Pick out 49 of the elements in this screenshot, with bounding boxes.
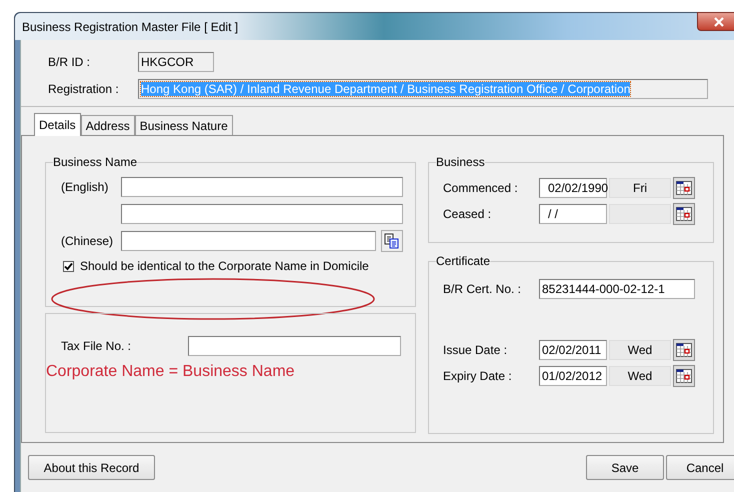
chinese-name-field[interactable] (121, 231, 376, 251)
checkbox-label: Should be identical to the Corporate Name in Domicile (80, 259, 369, 273)
copy-button[interactable] (381, 230, 403, 252)
certificate-number-field[interactable]: 85231444-000-02-12-1 (539, 279, 695, 299)
field-label: Ceased : (442, 207, 492, 221)
calendar-icon (676, 369, 692, 383)
group-title: Certificate (436, 254, 490, 268)
field-label: B/R ID : (48, 55, 92, 69)
calendar-button[interactable] (673, 339, 695, 361)
english-name-field[interactable] (121, 177, 403, 197)
copy-icon (384, 233, 400, 249)
field-label: (English) (60, 180, 110, 194)
about-record-button[interactable]: About this Record (28, 455, 155, 480)
annotation-text: Corporate Name = Business Name (46, 363, 296, 381)
calendar-icon (676, 181, 692, 195)
english-name-field[interactable] (121, 204, 403, 224)
group-title: Business (436, 155, 485, 169)
tab[interactable]: Details (34, 113, 81, 136)
date-field[interactable]: 02/02/2011 (539, 340, 607, 360)
selected-text: Hong Kong (SAR) / Inland Revenue Department / Business Registration Office / Corporation (141, 82, 630, 96)
tax-file-field[interactable] (188, 336, 401, 356)
field-label: Commenced : (442, 181, 519, 195)
weekday-field: Wed (609, 340, 671, 360)
field-label: Issue Date : (442, 343, 508, 357)
date-field[interactable]: / / (539, 204, 607, 224)
weekday-field: Wed (609, 366, 671, 386)
group-title: Business Name (53, 155, 138, 169)
br-id-field[interactable]: HKGCOR (138, 52, 214, 72)
calendar-icon (676, 343, 692, 357)
field-label: (Chinese) (60, 234, 114, 248)
calendar-button[interactable] (673, 365, 695, 387)
date-field[interactable]: 01/02/2012 (539, 366, 607, 386)
field-label: Tax File No. : (61, 339, 132, 353)
cancel-button[interactable]: Cancel (666, 455, 734, 480)
calendar-button[interactable] (673, 177, 695, 199)
save-button[interactable]: Save (586, 455, 664, 480)
tab[interactable]: Address (80, 115, 135, 135)
field-label: B/R Cert. No. : (442, 282, 522, 296)
calendar-icon (676, 207, 692, 221)
close-button[interactable] (697, 12, 734, 31)
field-label: Registration : (48, 82, 120, 96)
tab[interactable]: Business Nature (134, 115, 233, 135)
date-field[interactable]: 02/02/1990 (539, 178, 607, 198)
weekday-field: Fri (609, 178, 671, 198)
checkbox[interactable] (63, 260, 74, 272)
field-label: Expiry Date : (442, 369, 513, 383)
calendar-button[interactable] (673, 203, 695, 225)
window-title: Business Registration Master File [ Edit ] (22, 20, 238, 34)
close-icon (713, 16, 725, 26)
